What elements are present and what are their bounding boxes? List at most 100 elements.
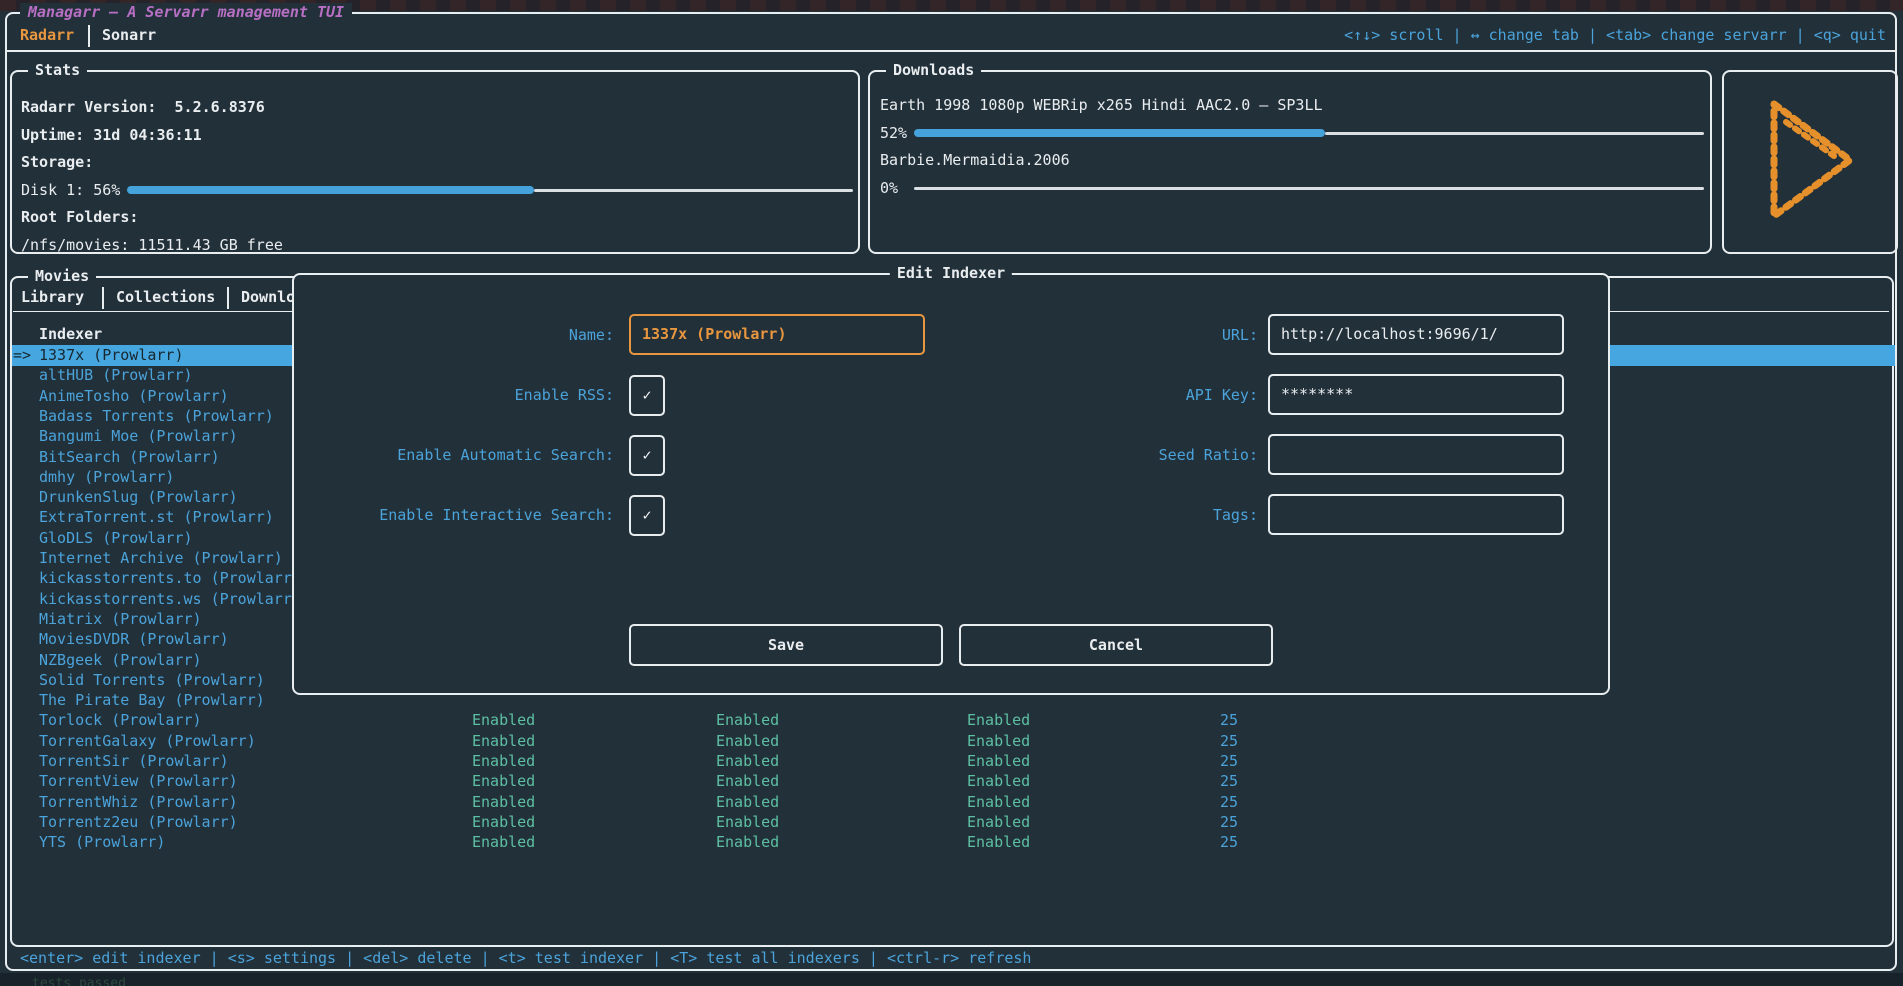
indexer-name: NZBgeek (Prowlarr) — [39, 650, 295, 671]
selection-arrow-icon: => — [13, 345, 31, 366]
download-item-name: Barbie.Mermaidia.2006 — [880, 151, 1070, 169]
stats-disk-label: Disk 1: 56% — [21, 181, 120, 199]
indexer-enabled-cell: Enabled — [967, 812, 1030, 833]
name-input[interactable]: 1337x (Prowlarr) — [629, 314, 925, 355]
url-input[interactable]: http://localhost:9696/1/ — [1268, 314, 1564, 355]
indexer-enabled-cell: Enabled — [967, 792, 1030, 813]
indexer-row[interactable]: YTS (Prowlarr)EnabledEnabledEnabled25 — [12, 832, 1895, 853]
indexer-enabled-cell: Enabled — [967, 710, 1030, 731]
indexer-row[interactable]: Torrentz2eu (Prowlarr)EnabledEnabledEnab… — [12, 812, 1895, 833]
downloads-panel-title: Downloads — [886, 61, 981, 79]
indexer-enabled-cell: Enabled — [472, 832, 535, 853]
indexer-priority-cell: 25 — [1152, 751, 1238, 772]
downloads-panel: Downloads Earth 1998 1080p WEBRip x265 H… — [868, 70, 1712, 254]
indexer-name: kickasstorrents.ws (Prowlarr) — [39, 589, 295, 610]
indexer-name: dmhy (Prowlarr) — [39, 467, 295, 488]
top-keybind-hints: <↑↓> scroll | ↔ change tab | <tab> chang… — [1344, 26, 1886, 44]
enable-interactive-search-checkbox[interactable]: ✓ — [629, 495, 665, 536]
checkmark-icon: ✓ — [642, 446, 651, 464]
indexer-name: Torlock (Prowlarr) — [39, 710, 295, 731]
indexer-name: TorrentSir (Prowlarr) — [39, 751, 295, 772]
stats-panel-title: Stats — [28, 61, 87, 79]
tab-library[interactable]: Library — [21, 288, 84, 306]
indexer-name: AnimeTosho (Prowlarr) — [39, 386, 295, 407]
indexer-enabled-cell: Enabled — [716, 751, 779, 772]
stats-rootfolders-heading: Root Folders: — [21, 208, 138, 226]
disk-usage-gauge-track — [534, 189, 853, 192]
indexer-name: YTS (Prowlarr) — [39, 832, 295, 853]
tags-input[interactable] — [1268, 494, 1564, 535]
tab-radarr[interactable]: Radarr — [20, 26, 74, 44]
indexer-enabled-cell: Enabled — [716, 792, 779, 813]
disk-usage-gauge-fill — [127, 186, 534, 194]
name-label: Name: — [294, 326, 614, 344]
enable-rss-checkbox[interactable]: ✓ — [629, 375, 665, 416]
footer-keybind-hints: <enter> edit indexer | <s> settings | <d… — [20, 949, 1031, 967]
indexer-row[interactable]: TorrentView (Prowlarr)EnabledEnabledEnab… — [12, 771, 1895, 792]
indexer-name: TorrentWhiz (Prowlarr) — [39, 792, 295, 813]
indexer-name: Torrentz2eu (Prowlarr) — [39, 812, 295, 833]
logo-panel — [1722, 70, 1898, 254]
tab-collections[interactable]: Collections — [116, 288, 215, 306]
indexer-enabled-cell: Enabled — [472, 731, 535, 752]
indexer-row[interactable]: TorrentSir (Prowlarr) Enabled Enabled Enabl… — [12, 751, 1895, 772]
enable-rss-label: Enable RSS: — [294, 386, 614, 404]
indexer-name: kickasstorrents.to (Prowlarr) — [39, 568, 295, 589]
indexer-enabled-cell: Enabled — [472, 792, 535, 813]
indexer-priority-cell: 25 — [1152, 792, 1238, 813]
tab-separator — [88, 25, 90, 47]
managarr-logo-icon — [1746, 90, 1872, 230]
tab-separator — [102, 287, 104, 309]
enable-interactive-search-label: Enable Interactive Search: — [294, 506, 614, 524]
indexer-name: altHUB (Prowlarr) — [39, 365, 295, 386]
api-key-label: API Key: — [934, 386, 1258, 404]
url-input-value: http://localhost:9696/1/ — [1281, 325, 1498, 343]
api-key-input[interactable]: ******** — [1268, 374, 1564, 415]
background-ghost-text: tests passed — [32, 976, 126, 986]
indexer-name: 1337x (Prowlarr) — [39, 345, 295, 366]
indexer-row[interactable]: Torlock (Prowlarr)EnabledEnabledEnabled2… — [12, 710, 1895, 731]
indexer-row[interactable]: TorrentGalaxy (Prowlarr)EnabledEnabledEn… — [12, 731, 1895, 752]
indexer-name: ExtraTorrent.st (Prowlarr) — [39, 507, 295, 528]
name-input-value: 1337x (Prowlarr) — [642, 325, 787, 343]
edit-indexer-modal: Edit Indexer Name: 1337x (Prowlarr) Enab… — [292, 273, 1610, 695]
indexer-row[interactable]: TorrentWhiz (Prowlarr) Enabled Enabled Enab… — [12, 792, 1895, 813]
indexer-enabled-cell: Enabled — [716, 710, 779, 731]
seed-ratio-input[interactable] — [1268, 434, 1564, 475]
indexer-name: The Pirate Bay (Prowlarr) — [39, 690, 295, 711]
enable-automatic-search-label: Enable Automatic Search: — [294, 446, 614, 464]
indexer-enabled-cell: Enabled — [716, 731, 779, 752]
indexer-name: DrunkenSlug (Prowlarr) — [39, 487, 295, 508]
indexer-enabled-cell: Enabled — [967, 751, 1030, 772]
download-item-percent: 0% — [880, 179, 898, 197]
indexer-enabled-cell: Enabled — [967, 771, 1030, 792]
indexer-name: BitSearch (Prowlarr) — [39, 447, 295, 468]
download-gauge-track — [1325, 132, 1704, 135]
download-gauge-track — [914, 187, 1704, 190]
checkmark-icon: ✓ — [642, 386, 651, 404]
stats-uptime: Uptime: 31d 04:36:11 — [21, 126, 202, 144]
indexer-name: Badass Torrents (Prowlarr) — [39, 406, 295, 427]
indexer-enabled-cell: Enabled — [716, 832, 779, 853]
tabbar-divider — [7, 50, 1896, 52]
url-label: URL: — [934, 326, 1258, 344]
indexer-enabled-cell: Enabled — [472, 751, 535, 772]
indexer-name: Bangumi Moe (Prowlarr) — [39, 426, 295, 447]
indexer-name: Internet Archive (Prowlarr) — [39, 548, 295, 569]
movies-panel-title: Movies — [28, 267, 96, 285]
checkmark-icon: ✓ — [642, 506, 651, 524]
indexer-priority-cell: 25 — [1152, 710, 1238, 731]
indexer-table-header: Indexer — [39, 325, 102, 343]
edit-indexer-modal-title: Edit Indexer — [890, 264, 1012, 282]
save-button[interactable]: Save — [629, 624, 943, 666]
tab-sonarr[interactable]: Sonarr — [102, 26, 156, 44]
enable-automatic-search-checkbox[interactable]: ✓ — [629, 435, 665, 476]
stats-storage-heading: Storage: — [21, 153, 93, 171]
api-key-input-value: ******** — [1281, 385, 1353, 403]
indexer-name: TorrentGalaxy (Prowlarr) — [39, 731, 295, 752]
seed-ratio-label: Seed Ratio: — [934, 446, 1258, 464]
terminal-background-strip: tests passed — [0, 973, 1903, 986]
cancel-button[interactable]: Cancel — [959, 624, 1273, 666]
download-gauge-fill — [914, 129, 1325, 137]
stats-version: Radarr Version: 5.2.6.8376 — [21, 98, 265, 116]
